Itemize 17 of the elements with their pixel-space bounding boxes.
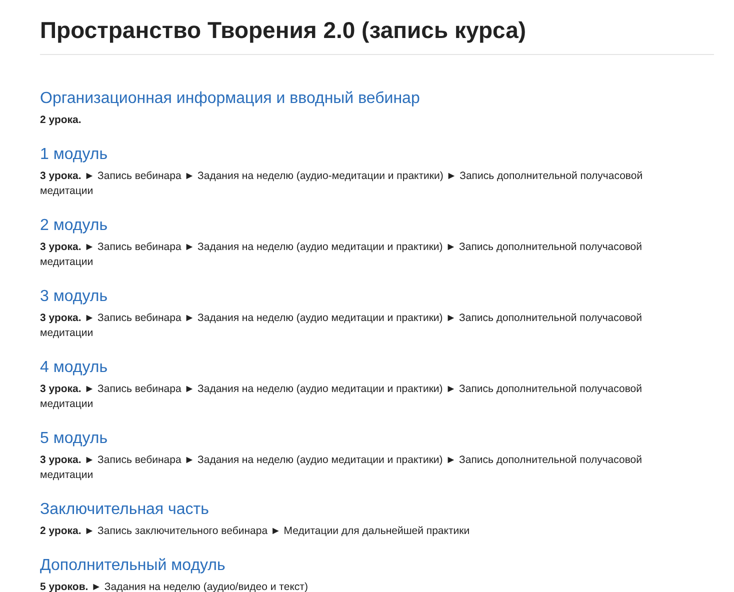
module-description: 3 урока. ► Запись вебинара ► Задания на неделю (аудио медитации и практики) ► Запись дополнительной получасовой медитации — [40, 240, 644, 270]
module-link[interactable]: Организационная информация и вводный вебинар — [40, 89, 420, 109]
module-description: 3 урока. ► Запись вебинара ► Задания на неделю (аудио-медитации и практики) ► Запись дополнительной получасовой медитации — [40, 169, 644, 199]
module-description: 3 урока. ► Запись вебинара ► Задания на неделю (аудио медитации и практики) ► Запись дополнительной получасовой медитации — [40, 453, 644, 483]
page-title: Пространство Творения 2.0 (запись курса) — [40, 0, 714, 55]
module-link[interactable]: 5 модуль — [40, 429, 108, 449]
module-description: 2 урока. — [40, 113, 82, 128]
module-description: 2 урока. ► Запись заключительного вебинара ► Медитации для дальнейшей практики — [40, 524, 471, 539]
module-link[interactable]: 3 модуль — [40, 287, 108, 307]
module-link[interactable]: Дополнительный модуль — [40, 556, 226, 576]
module-link[interactable]: 2 модуль — [40, 216, 108, 236]
module-link[interactable]: Заключительная часть — [40, 500, 209, 520]
module-description: 5 уроков. ► Задания на неделю (аудио/видео и текст) — [40, 580, 309, 592]
module-description: 3 урока. ► Запись вебинара ► Задания на неделю (аудио медитации и практики) ► Запись дополнительной получасовой медитации — [40, 382, 644, 412]
module-description: 3 урока. ► Запись вебинара ► Задания на неделю (аудио медитации и практики) ► Запись дополнительной получасовой медитации — [40, 311, 644, 341]
module-link[interactable]: 4 модуль — [40, 358, 108, 378]
module-link[interactable]: 1 модуль — [40, 145, 108, 165]
